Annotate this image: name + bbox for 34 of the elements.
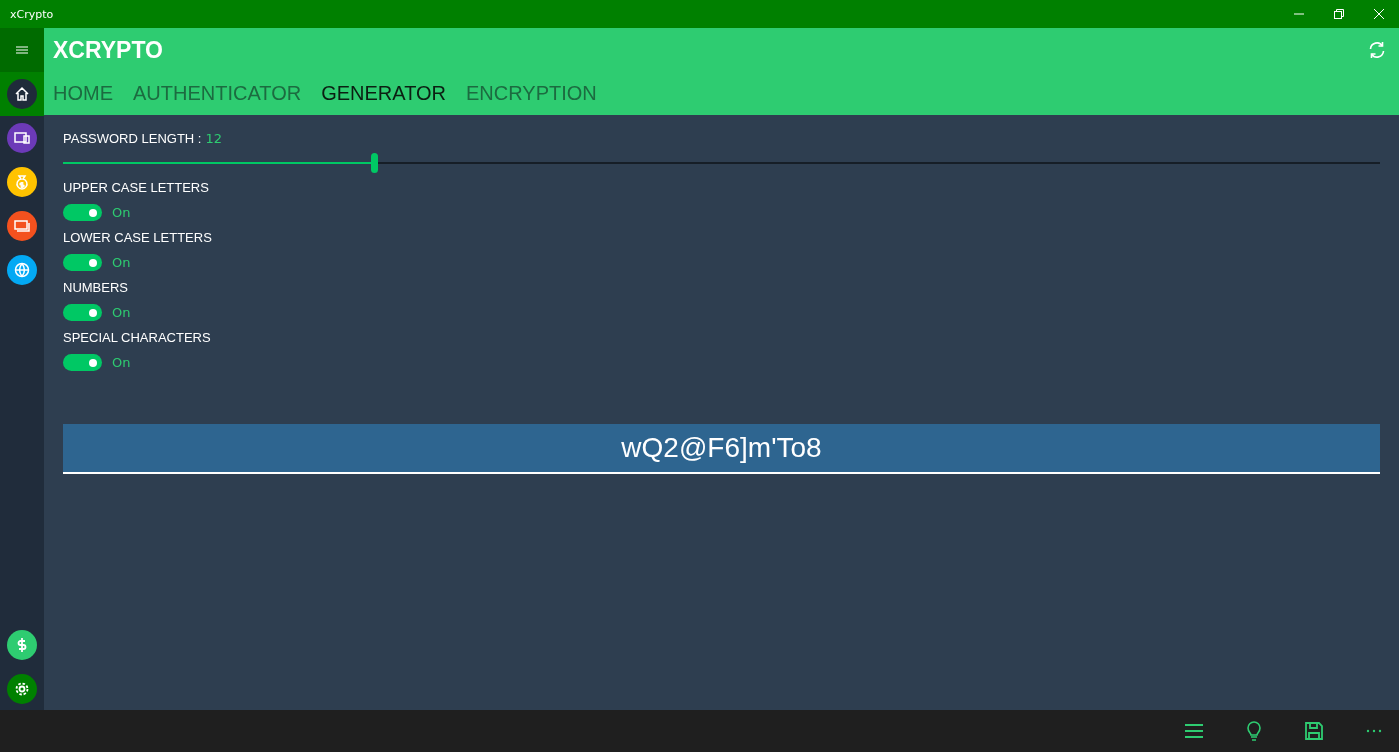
cards-icon[interactable] bbox=[7, 211, 37, 241]
password-length-value: 12 bbox=[205, 131, 222, 146]
tab[interactable]: AUTHENTICATOR bbox=[133, 72, 302, 114]
toggle-switch[interactable] bbox=[63, 354, 102, 371]
toggle-switch[interactable] bbox=[63, 204, 102, 221]
toggle-state-text: On bbox=[112, 205, 131, 220]
save-icon[interactable] bbox=[1303, 720, 1325, 742]
toggle-state-text: On bbox=[112, 305, 131, 320]
option-label: SPECIAL CHARACTERS bbox=[63, 330, 212, 345]
toggle-switch[interactable] bbox=[63, 254, 102, 271]
menu-button[interactable] bbox=[0, 28, 44, 72]
menu-icon bbox=[16, 45, 28, 55]
option-label: LOWER CASE LETTERS bbox=[63, 230, 213, 245]
toggle-state-text: On bbox=[112, 355, 131, 370]
money-bag-icon[interactable] bbox=[7, 167, 37, 197]
tab[interactable]: HOME bbox=[53, 72, 113, 114]
settings-icon[interactable] bbox=[7, 674, 37, 704]
option-label: NUMBERS bbox=[63, 280, 129, 295]
password-length-label: PASSWORD LENGTH : bbox=[63, 131, 202, 146]
devices-icon[interactable] bbox=[7, 123, 37, 153]
window-title: xCrypto bbox=[9, 7, 54, 21]
home-icon[interactable] bbox=[7, 79, 37, 109]
restore-icon[interactable] bbox=[1333, 8, 1345, 20]
close-icon[interactable] bbox=[1373, 8, 1385, 20]
slider-thumb[interactable] bbox=[370, 153, 378, 173]
dollar-icon[interactable] bbox=[7, 630, 37, 660]
toggle-switch[interactable] bbox=[63, 304, 102, 321]
app-title: XCRYPTO bbox=[53, 36, 163, 64]
tab[interactable]: GENERATOR bbox=[321, 72, 446, 114]
tab[interactable]: ENCRYPTION bbox=[466, 72, 597, 114]
generated-password: wQ2@F6]m'To8 bbox=[63, 424, 1380, 474]
option-label: UPPER CASE LETTERS bbox=[63, 180, 210, 195]
globe-icon[interactable] bbox=[7, 255, 37, 285]
toggle-state-text: On bbox=[112, 255, 131, 270]
